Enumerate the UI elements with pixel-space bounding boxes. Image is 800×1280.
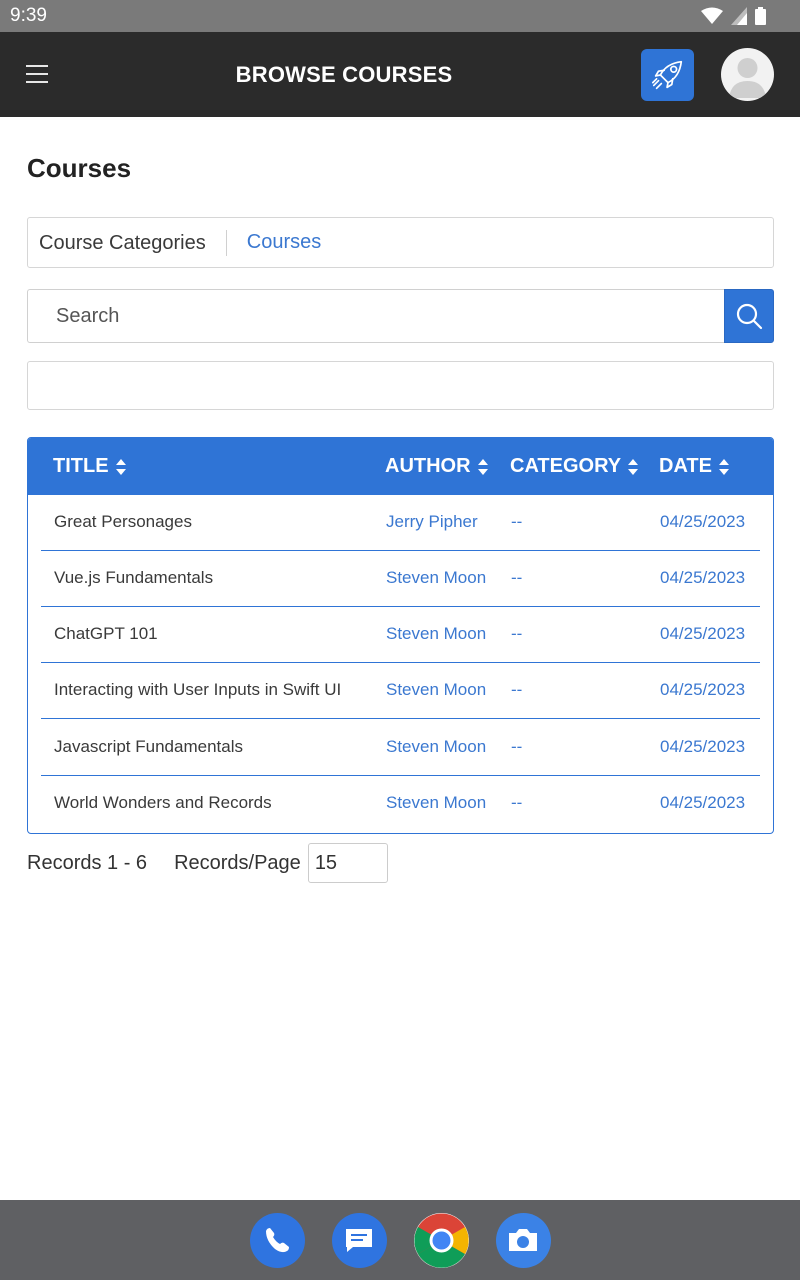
course-author[interactable]: Steven Moon: [386, 624, 486, 644]
course-category[interactable]: --: [511, 624, 522, 644]
rocket-icon: [651, 60, 682, 90]
status-bar: 9:39: [0, 0, 800, 32]
sort-icon: [718, 458, 729, 475]
phone-glyph-icon: [266, 1228, 289, 1253]
phone-icon[interactable]: [249, 1212, 305, 1268]
messages-icon[interactable]: [331, 1212, 387, 1268]
records-per-page-label: Records/Page: [174, 851, 301, 874]
table-row[interactable]: Javascript Fundamentals Steven Moon -- 0…: [41, 720, 760, 776]
course-author[interactable]: Jerry Pipher: [386, 512, 478, 532]
table-row[interactable]: World Wonders and Records Steven Moon --…: [41, 776, 760, 832]
pagination: Records 1 - 6 Records/Page: [27, 843, 388, 883]
table-header: TITLE AUTHOR CATEGORY DATE: [28, 438, 773, 495]
search-bar: [27, 289, 774, 343]
course-title[interactable]: Javascript Fundamentals: [54, 737, 243, 757]
avatar[interactable]: [721, 48, 774, 101]
course-category[interactable]: --: [511, 568, 522, 588]
signal-icon: [731, 7, 747, 25]
course-author[interactable]: Steven Moon: [386, 737, 486, 757]
course-title[interactable]: ChatGPT 101: [54, 624, 158, 644]
column-header-author[interactable]: AUTHOR: [385, 455, 489, 478]
records-per-page-input[interactable]: [307, 843, 388, 883]
course-tabs: Course Categories Courses: [27, 217, 774, 268]
wifi-icon: [701, 7, 723, 24]
sort-icon: [628, 458, 639, 475]
filter-box[interactable]: [27, 361, 774, 410]
table-row[interactable]: Interacting with User Inputs in Swift UI…: [41, 663, 760, 719]
course-author[interactable]: Steven Moon: [386, 680, 486, 700]
course-title[interactable]: World Wonders and Records: [54, 793, 272, 813]
course-category[interactable]: --: [511, 512, 522, 532]
column-header-category[interactable]: CATEGORY: [510, 455, 639, 478]
battery-icon: [755, 7, 766, 25]
course-date[interactable]: 04/25/2023: [660, 624, 745, 644]
app-title: BROWSE COURSES: [235, 62, 453, 87]
column-header-title[interactable]: TITLE: [53, 455, 127, 478]
course-category[interactable]: --: [511, 737, 522, 757]
course-date[interactable]: 04/25/2023: [660, 512, 745, 532]
search-icon: [736, 303, 763, 330]
course-title[interactable]: Vue.js Fundamentals: [54, 568, 213, 588]
course-date[interactable]: 04/25/2023: [660, 680, 745, 700]
search-input[interactable]: [27, 289, 724, 343]
sort-icon: [477, 458, 488, 475]
course-title[interactable]: Great Personages: [54, 512, 192, 532]
course-author[interactable]: Steven Moon: [386, 568, 486, 588]
dock: [0, 1200, 800, 1280]
table-row[interactable]: ChatGPT 101 Steven Moon -- 04/25/2023: [41, 607, 760, 663]
status-icons: [701, 7, 766, 25]
page-title: Courses: [27, 153, 132, 183]
camera-icon[interactable]: [495, 1212, 551, 1268]
course-author[interactable]: Steven Moon: [386, 793, 486, 813]
chrome-icon[interactable]: [413, 1212, 469, 1268]
records-range: Records 1 - 6: [27, 851, 148, 874]
message-glyph-icon: [346, 1229, 372, 1252]
course-category[interactable]: --: [511, 793, 522, 813]
tab-courses[interactable]: Courses: [227, 231, 332, 254]
courses-table: TITLE AUTHOR CATEGORY DATE Great Persona…: [27, 437, 774, 834]
status-time: 9:39: [10, 5, 47, 26]
sort-icon: [115, 458, 126, 475]
table-row[interactable]: Vue.js Fundamentals Steven Moon -- 04/25…: [41, 551, 760, 607]
course-title[interactable]: Interacting with User Inputs in Swift UI: [54, 680, 341, 700]
column-header-date[interactable]: DATE: [659, 455, 730, 478]
course-date[interactable]: 04/25/2023: [660, 568, 745, 588]
chrome-glyph-icon: [413, 1213, 469, 1268]
camera-glyph-icon: [509, 1229, 537, 1251]
search-button[interactable]: [724, 289, 774, 343]
tab-course-categories[interactable]: Course Categories: [28, 229, 227, 256]
rocket-button[interactable]: [641, 49, 694, 101]
user-icon: [729, 58, 766, 98]
table-row[interactable]: Great Personages Jerry Pipher -- 04/25/2…: [41, 495, 760, 551]
course-date[interactable]: 04/25/2023: [660, 793, 745, 813]
app-header: BROWSE COURSES: [0, 32, 800, 117]
course-category[interactable]: --: [511, 680, 522, 700]
course-date[interactable]: 04/25/2023: [660, 737, 745, 757]
